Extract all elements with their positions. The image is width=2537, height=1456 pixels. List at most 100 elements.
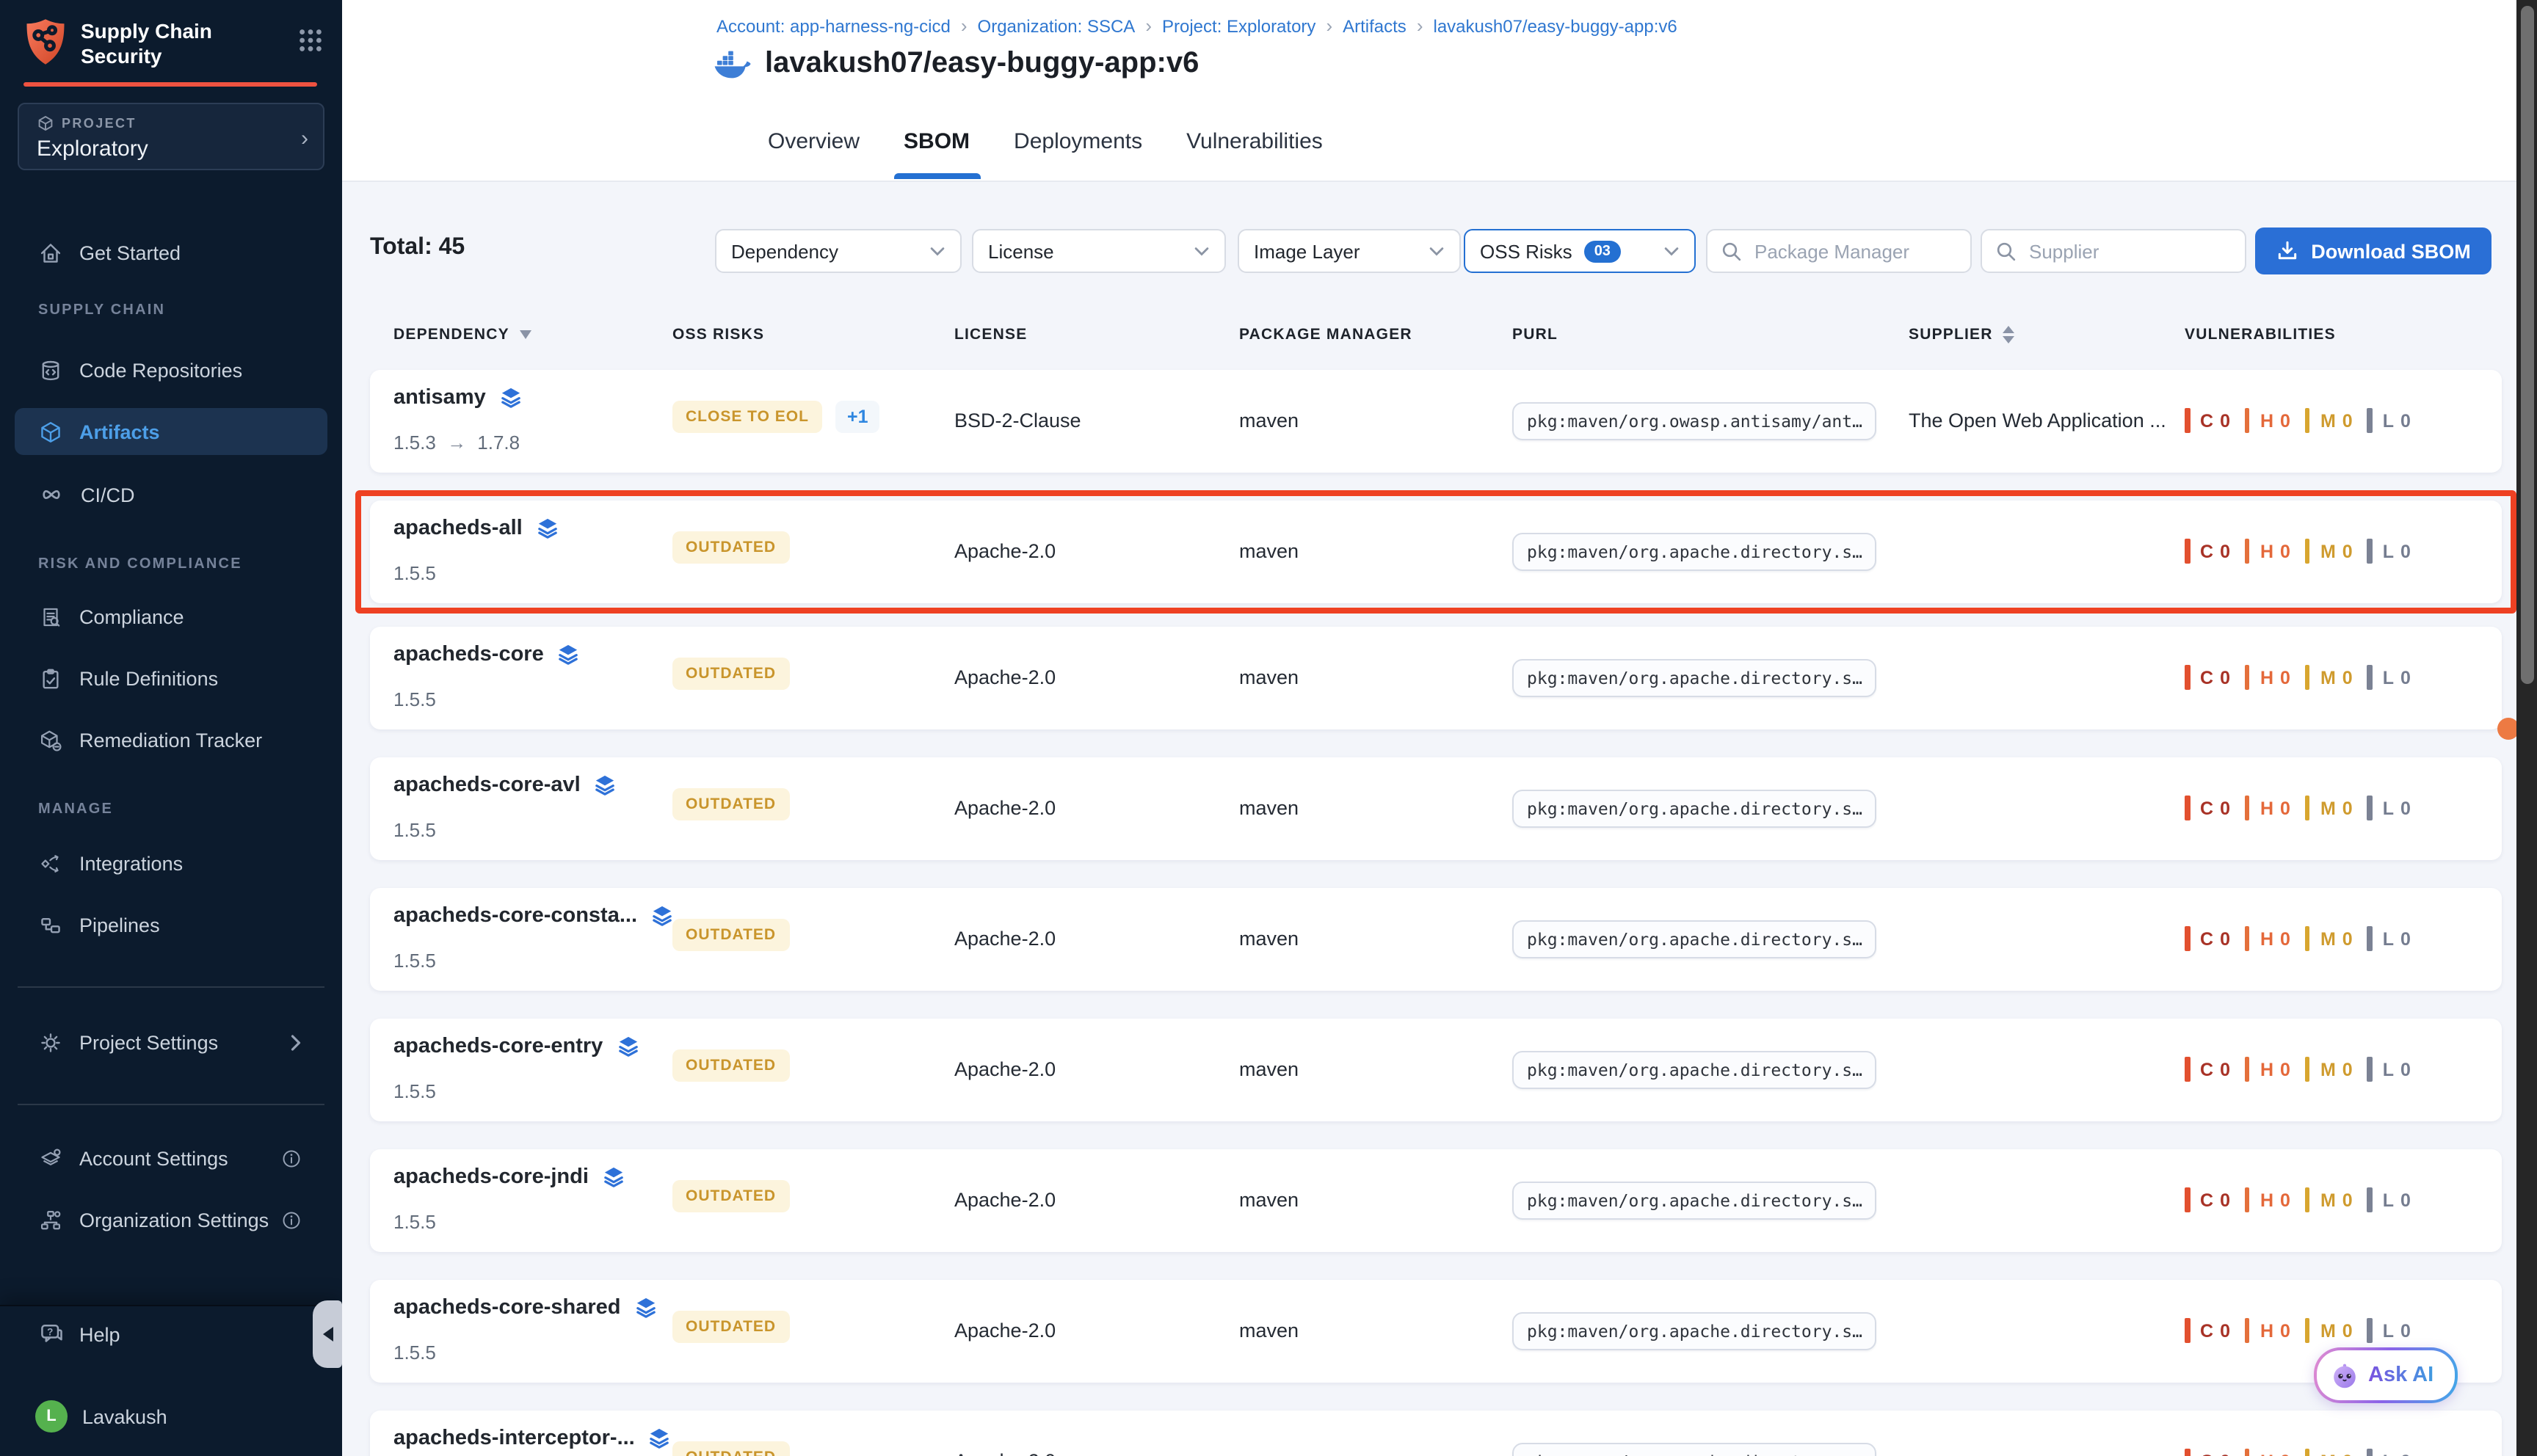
table-row-apacheds-all[interactable]: apacheds-all1.5.5OUTDATEDApache-2.0maven… <box>370 500 2502 603</box>
sort-desc-icon[interactable] <box>520 330 531 339</box>
breadcrumb-link-0[interactable]: Account: app-harness-ng-cicd <box>716 15 951 36</box>
breadcrumb-separator: › <box>961 15 968 37</box>
chevron-down-icon <box>929 246 946 256</box>
help-button[interactable]: ? Help <box>38 1321 120 1347</box>
sidebar-item-compliance[interactable]: Compliance <box>15 593 327 640</box>
purl-chip[interactable]: pkg:maven/org.apache.directory.s… <box>1512 659 1877 697</box>
tab-sbom[interactable]: SBOM <box>904 123 970 179</box>
sidebar-item-integrations[interactable]: Integrations <box>15 840 327 887</box>
sbom-table: antisamy1.5.3 → 1.7.8CLOSE TO EOL+1BSD-2… <box>370 370 2502 1456</box>
dependency-filter[interactable]: Dependency <box>715 229 962 273</box>
column-header-dependency[interactable]: DEPENDENCY <box>393 326 531 343</box>
layers-blue-icon <box>536 517 559 540</box>
tab-vulnerabilities[interactable]: Vulnerabilities <box>1186 123 1323 179</box>
supplier-search-input[interactable] <box>2026 232 2239 270</box>
sidebar-item-label: Remediation Tracker <box>79 729 262 751</box>
sidebar-item-project-settings[interactable]: Project Settings <box>15 1019 327 1066</box>
license-filter[interactable]: License <box>972 229 1226 273</box>
ask-ai-button[interactable]: Ask AI <box>2314 1347 2457 1403</box>
upgrade-arrow-icon: → <box>447 432 466 454</box>
dependency-name: apacheds-core-shared <box>393 1296 657 1320</box>
table-row-apacheds-core-avl[interactable]: apacheds-core-avl1.5.5OUTDATEDApache-2.0… <box>370 757 2502 860</box>
package-manager-cell: maven <box>1239 666 1299 688</box>
risk-badge: OUTDATED <box>672 1180 789 1212</box>
sidebar-item-artifacts[interactable]: Artifacts <box>15 408 327 455</box>
package-manager-search <box>1706 229 1972 273</box>
purl-chip[interactable]: pkg:maven/org.apache.directory.s… <box>1512 1182 1877 1220</box>
risk-badge[interactable]: +1 <box>835 401 880 433</box>
purl-chip[interactable]: pkg:maven/org.apache.directory.s… <box>1512 1051 1877 1089</box>
dependency-version: 1.5.5 <box>393 819 436 841</box>
breadcrumb: Account: app-harness-ng-cicd › Organizatio… <box>716 15 1677 37</box>
package-manager-cell: maven <box>1239 797 1299 819</box>
purl-chip[interactable]: pkg:maven/org.owasp.antisamy/ant… <box>1512 402 1877 440</box>
sidebar: Supply Chain Security PROJECT <box>0 0 342 1456</box>
sort-icon[interactable] <box>2003 326 2015 343</box>
infinity-icon <box>38 481 65 508</box>
vulnerabilities-cell: C0H0M0L0 <box>2185 1449 2425 1456</box>
purl-chip[interactable]: pkg:maven/org.apache.directory.s… <box>1512 533 1877 571</box>
dependency-name: antisamy <box>393 386 523 410</box>
sidebar-item-ci-cd[interactable]: CI/CD <box>15 471 327 518</box>
vulnerability-count-high: H0 <box>2245 665 2305 690</box>
tab-overview[interactable]: Overview <box>768 123 860 179</box>
purl-chip[interactable]: pkg:maven/org.apache.directory.s… <box>1512 790 1877 828</box>
app-launcher-grid-icon[interactable] <box>297 18 324 54</box>
table-row-apacheds-core[interactable]: apacheds-core1.5.5OUTDATEDApache-2.0mave… <box>370 627 2502 729</box>
tab-deployments[interactable]: Deployments <box>1014 123 1142 179</box>
risk-badge: OUTDATED <box>672 1049 789 1082</box>
breadcrumb-link-2[interactable]: Project: Exploratory <box>1162 15 1315 36</box>
package-manager-search-input[interactable] <box>1752 232 1964 270</box>
sidebar-item-get-started[interactable]: Get Started <box>15 229 327 276</box>
oss-risks-filter[interactable]: OSS Risks 03 <box>1464 229 1696 273</box>
purl-cell: pkg:maven/org.apache.directory.s… <box>1512 1051 1877 1089</box>
column-header-vulnerabilities: VULNERABILITIES <box>2185 326 2336 343</box>
sidebar-item-label: Integrations <box>79 852 183 874</box>
table-row-apacheds-core-consta[interactable]: apacheds-core-consta...1.5.5OUTDATEDApac… <box>370 888 2502 991</box>
sidebar-item-account-settings[interactable]: Account Settings <box>15 1135 327 1182</box>
vulnerability-count-critical: C0 <box>2185 926 2245 951</box>
column-header-supplier[interactable]: SUPPLIER <box>1909 326 2015 343</box>
compliance-icon <box>38 604 63 629</box>
breadcrumb-link-1[interactable]: Organization: SSCA <box>978 15 1136 36</box>
sidebar-item-code-repositories[interactable]: Code Repositories <box>15 346 327 393</box>
layers-blue-icon <box>648 1427 672 1450</box>
sidebar-collapse-handle[interactable] <box>313 1300 342 1368</box>
image-layer-filter[interactable]: Image Layer <box>1238 229 1461 273</box>
table-row-apacheds-core-entry[interactable]: apacheds-core-entry1.5.5OUTDATEDApache-2… <box>370 1019 2502 1121</box>
vulnerability-count-low: L0 <box>2367 665 2425 690</box>
project-selector[interactable]: PROJECT Exploratory › <box>18 103 324 170</box>
vulnerability-count-medium: M0 <box>2305 408 2367 433</box>
supply-chain-security-logo-icon <box>23 18 68 66</box>
package-manager-cell: maven <box>1239 1189 1299 1211</box>
user-name: Lavakush <box>82 1405 167 1427</box>
oss-risk-badges: CLOSE TO EOL+1 <box>672 401 880 433</box>
scrollbar-thumb[interactable] <box>2520 6 2533 684</box>
sidebar-item-organization-settings[interactable]: Organization Settings <box>15 1196 327 1243</box>
license-cell: Apache-2.0 <box>954 1450 1056 1456</box>
vulnerability-count-critical: C0 <box>2185 1318 2245 1343</box>
vulnerability-count-critical: C0 <box>2185 1449 2245 1456</box>
purl-chip[interactable]: pkg:maven/org.apache.directory.s… <box>1512 1443 1877 1456</box>
ai-mascot-icon <box>2330 1361 2359 1390</box>
purl-chip[interactable]: pkg:maven/org.apache.directory.s… <box>1512 920 1877 958</box>
package-manager-cell: maven <box>1239 1450 1299 1456</box>
column-header-package-manager: PACKAGE MANAGER <box>1239 326 1412 343</box>
purl-cell: pkg:maven/org.apache.directory.s… <box>1512 533 1877 571</box>
sidebar-item-rule-definitions[interactable]: Rule Definitions <box>15 655 327 702</box>
purl-cell: pkg:maven/org.apache.directory.s… <box>1512 1443 1877 1456</box>
table-row-antisamy[interactable]: antisamy1.5.3 → 1.7.8CLOSE TO EOL+1BSD-2… <box>370 370 2502 473</box>
purl-chip[interactable]: pkg:maven/org.apache.directory.s… <box>1512 1312 1877 1350</box>
download-sbom-label: Download SBOM <box>2311 240 2471 262</box>
sidebar-item-pipelines[interactable]: Pipelines <box>15 901 327 948</box>
oss-risk-badges: OUTDATED <box>672 1180 802 1212</box>
vulnerability-count-medium: M0 <box>2305 1449 2367 1456</box>
sidebar-item-remediation-tracker[interactable]: Remediation Tracker <box>15 716 327 763</box>
download-sbom-button[interactable]: Download SBOM <box>2255 228 2491 274</box>
table-row-apacheds-core-shared[interactable]: apacheds-core-shared1.5.5OUTDATEDApache-… <box>370 1280 2502 1383</box>
breadcrumb-link-4[interactable]: lavakush07/easy-buggy-app:v6 <box>1434 15 1677 36</box>
table-row-apacheds-interceptor[interactable]: apacheds-interceptor-...1.5.5OUTDATEDApa… <box>370 1410 2502 1456</box>
breadcrumb-link-3[interactable]: Artifacts <box>1343 15 1407 36</box>
table-row-apacheds-core-jndi[interactable]: apacheds-core-jndi1.5.5OUTDATEDApache-2.… <box>370 1149 2502 1252</box>
user-menu[interactable]: L Lavakush <box>35 1400 167 1433</box>
